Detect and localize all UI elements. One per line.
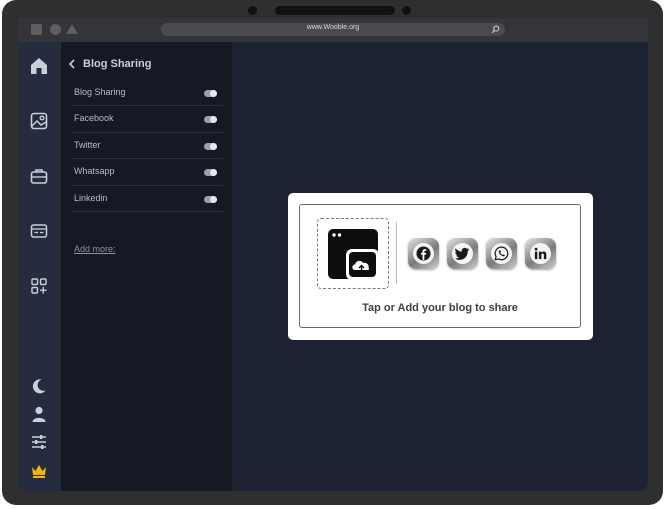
address-bar[interactable]: www.Wooble.org	[161, 23, 505, 36]
whatsapp-icon	[494, 246, 509, 261]
speaker-slot	[275, 6, 395, 15]
list-item: Facebook	[71, 106, 223, 133]
list-item: Whatsapp	[71, 159, 223, 186]
divider	[396, 222, 397, 284]
chevron-left-icon[interactable]	[67, 58, 77, 70]
screen: www.Wooble.org Blog Sharing Blog Sharing…	[18, 18, 648, 491]
blog-upload-dropzone[interactable]	[317, 218, 389, 289]
share-card: Tap or Add your blog to share	[288, 193, 593, 340]
twitter-button[interactable]	[447, 238, 478, 269]
window-square-button[interactable]	[31, 24, 42, 35]
add-more-link[interactable]: Add more:	[74, 244, 116, 254]
twitter-icon	[455, 247, 470, 260]
window-triangle-button[interactable]	[66, 24, 78, 34]
crown-icon[interactable]	[29, 461, 49, 481]
window-circle-button[interactable]	[50, 24, 61, 35]
sensor-dot	[402, 6, 411, 15]
list-item: Linkedin	[71, 186, 223, 212]
list-item-label: Twitter	[74, 139, 101, 150]
moon-icon[interactable]	[29, 376, 49, 396]
camera-dot	[248, 6, 257, 15]
icon-sidebar	[18, 42, 61, 491]
apps-add-icon[interactable]	[29, 276, 49, 296]
toggle-switch[interactable]	[204, 195, 217, 203]
search-icon[interactable]	[491, 25, 500, 34]
list-item-label: Linkedin	[74, 192, 108, 203]
image-icon[interactable]	[29, 111, 49, 131]
share-card-inner: Tap or Add your blog to share	[299, 204, 581, 328]
address-url: www.Wooble.org	[306, 24, 360, 31]
list-item-label: Whatsapp	[74, 166, 115, 177]
settings-panel: Blog Sharing Blog Sharing Facebook Twitt…	[61, 42, 232, 491]
home-icon[interactable]	[29, 56, 49, 76]
facebook-icon	[416, 246, 431, 261]
toggle-switch[interactable]	[204, 142, 217, 150]
list-item: Twitter	[71, 133, 223, 160]
list-item-label: Facebook	[74, 113, 114, 124]
share-caption: Tap or Add your blog to share	[362, 302, 518, 314]
share-options-list: Blog Sharing Facebook Twitter Whatsapp L…	[71, 80, 223, 212]
linkedin-button[interactable]	[525, 238, 556, 269]
linkedin-icon	[534, 247, 547, 260]
panel-header[interactable]: Blog Sharing	[67, 58, 151, 70]
toggle-switch[interactable]	[204, 116, 217, 124]
briefcase-icon[interactable]	[29, 166, 49, 186]
browser-upload-icon	[328, 229, 379, 280]
toggle-switch[interactable]	[204, 169, 217, 177]
sliders-icon[interactable]	[29, 432, 49, 452]
list-item-label: Blog Sharing	[74, 87, 126, 97]
panel-title: Blog Sharing	[83, 58, 152, 70]
whatsapp-button[interactable]	[486, 238, 517, 269]
list-item: Blog Sharing	[71, 80, 223, 107]
card-icon[interactable]	[29, 221, 49, 241]
browser-toolbar: www.Wooble.org	[18, 18, 648, 42]
user-icon[interactable]	[29, 404, 49, 424]
toggle-switch[interactable]	[204, 90, 217, 97]
facebook-button[interactable]	[408, 238, 439, 269]
